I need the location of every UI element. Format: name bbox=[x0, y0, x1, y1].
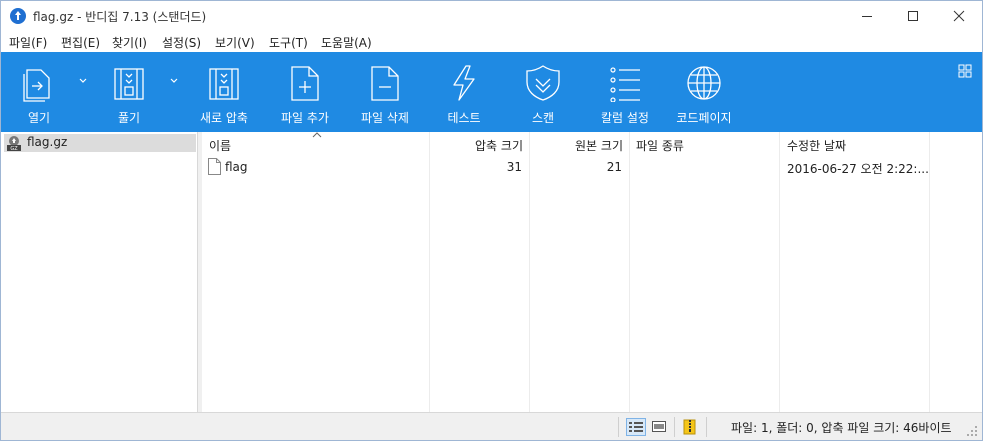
file-list: 이름 압축 크기 원본 크기 파일 종류 수정한 날짜 flag 31 21 2… bbox=[202, 132, 982, 412]
menu-settings[interactable]: 설정(S) bbox=[162, 34, 201, 51]
window-title: flag.gz - 반디집 7.13 (스탠더드) bbox=[33, 10, 207, 24]
status-divider bbox=[706, 417, 707, 437]
delete-file-button[interactable]: 파일 삭제 bbox=[353, 52, 417, 132]
toolbar: 열기 풀기 새로 압축 파일 추가 파일 삭제 테스트 스캔 칼럼 설정 코드페… bbox=[1, 52, 982, 132]
menu-edit[interactable]: 편집(E) bbox=[61, 34, 100, 51]
bandizip-logo-icon bbox=[10, 8, 26, 24]
archive-tree-pane: GZ flag.gz bbox=[1, 132, 198, 412]
delete-file-label: 파일 삭제 bbox=[361, 111, 409, 125]
column-settings-label: 칼럼 설정 bbox=[601, 111, 649, 125]
status-bar: 파일: 1, 폴더: 0, 압축 파일 크기: 46바이트 bbox=[1, 412, 982, 440]
open-icon bbox=[23, 69, 50, 102]
menu-file[interactable]: 파일(F) bbox=[9, 34, 47, 51]
column-header-packed[interactable]: 압축 크기 bbox=[430, 132, 529, 156]
details-view-icon bbox=[629, 422, 643, 432]
status-divider bbox=[674, 417, 675, 437]
delete-file-icon bbox=[371, 66, 399, 101]
svg-text:GZ: GZ bbox=[10, 146, 18, 151]
status-summary: 파일: 1, 폴더: 0, 압축 파일 크기: 46바이트 bbox=[731, 421, 952, 435]
column-header-name-label: 이름 bbox=[209, 139, 232, 153]
scan-label: 스캔 bbox=[531, 111, 555, 125]
menu-tools[interactable]: 도구(T) bbox=[269, 34, 308, 51]
tree-item-label: flag.gz bbox=[27, 135, 68, 149]
zip-folder-icon bbox=[683, 419, 696, 435]
extract-dropdown-chevron-icon[interactable] bbox=[169, 77, 179, 85]
new-archive-icon bbox=[209, 68, 239, 100]
column-header-modified-label: 수정한 날짜 bbox=[787, 139, 847, 153]
table-row[interactable]: flag 31 21 2016-06-27 오전 2:22:... bbox=[202, 157, 930, 177]
file-modified-date: 2016-06-27 오전 2:22:... bbox=[787, 162, 929, 176]
test-button[interactable]: 테스트 bbox=[436, 52, 492, 132]
file-packed-size: 31 bbox=[506, 160, 522, 174]
column-header-modified[interactable]: 수정한 날짜 bbox=[780, 132, 929, 156]
gz-archive-icon: GZ bbox=[7, 136, 21, 151]
minimize-button[interactable] bbox=[844, 1, 890, 31]
app-window: flag.gz - 반디집 7.13 (스탠더드) 파일(F) 편집(E) 찾기… bbox=[0, 0, 983, 441]
codepage-button[interactable]: 코드페이지 bbox=[671, 52, 737, 132]
menu-help[interactable]: 도움말(A) bbox=[321, 34, 372, 51]
codepage-label: 코드페이지 bbox=[676, 111, 732, 125]
new-archive-button[interactable]: 새로 압축 bbox=[194, 52, 254, 132]
layout-toggle-icon[interactable] bbox=[958, 64, 972, 78]
add-file-button[interactable]: 파일 추가 bbox=[273, 52, 337, 132]
new-archive-label: 새로 압축 bbox=[200, 111, 248, 125]
details-view-button[interactable] bbox=[626, 418, 646, 436]
extract-label: 풀기 bbox=[117, 111, 141, 125]
tree-item-flag-gz[interactable]: GZ flag.gz bbox=[4, 134, 196, 152]
add-file-label: 파일 추가 bbox=[281, 111, 329, 125]
column-settings-button[interactable]: 칼럼 설정 bbox=[593, 52, 657, 132]
test-label: 테스트 bbox=[447, 111, 481, 125]
maximize-icon bbox=[908, 11, 918, 21]
menu-find[interactable]: 찾기(I) bbox=[112, 34, 147, 51]
status-divider bbox=[618, 417, 619, 437]
globe-icon bbox=[687, 66, 721, 100]
open-label: 열기 bbox=[27, 111, 51, 125]
menu-view[interactable]: 보기(V) bbox=[215, 34, 255, 51]
lightning-icon bbox=[453, 65, 475, 101]
open-dropdown-chevron-icon[interactable] bbox=[78, 77, 88, 85]
archive-info-button[interactable] bbox=[681, 418, 701, 436]
preview-view-button[interactable] bbox=[650, 418, 670, 436]
preview-view-icon bbox=[652, 421, 666, 432]
close-icon bbox=[953, 10, 965, 22]
column-header-name[interactable]: 이름 bbox=[202, 132, 429, 156]
column-header-packed-label: 압축 크기 bbox=[475, 139, 523, 153]
scan-button[interactable]: 스캔 bbox=[515, 52, 571, 132]
resize-grip-icon[interactable] bbox=[966, 425, 978, 437]
open-button[interactable]: 열기 bbox=[9, 52, 69, 132]
extract-button[interactable]: 풀기 bbox=[99, 52, 159, 132]
shield-icon bbox=[526, 65, 560, 101]
file-name: flag bbox=[225, 160, 248, 174]
menu-bar: 파일(F) 편집(E) 찾기(I) 설정(S) 보기(V) 도구(T) 도움말(… bbox=[1, 31, 982, 52]
file-original-size: 21 bbox=[606, 160, 622, 174]
add-file-icon bbox=[291, 66, 319, 101]
column-header-size[interactable]: 원본 크기 bbox=[530, 132, 629, 156]
minimize-icon bbox=[862, 16, 872, 17]
column-header-type[interactable]: 파일 종류 bbox=[630, 132, 779, 156]
maximize-button[interactable] bbox=[890, 1, 936, 31]
extract-icon bbox=[114, 68, 144, 100]
column-header-type-label: 파일 종류 bbox=[636, 139, 684, 153]
title-bar: flag.gz - 반디집 7.13 (스탠더드) bbox=[1, 1, 982, 31]
file-icon bbox=[208, 158, 221, 175]
close-button[interactable] bbox=[936, 1, 982, 31]
column-settings-icon bbox=[610, 67, 640, 102]
column-header-size-label: 원본 크기 bbox=[575, 139, 623, 153]
